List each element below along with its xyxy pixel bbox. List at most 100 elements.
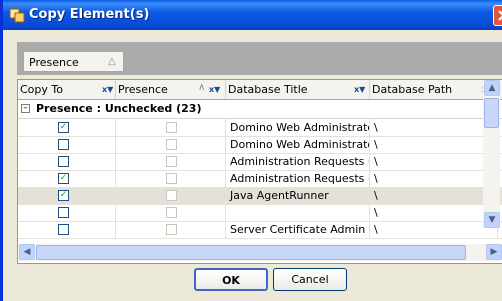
vertical-scroll-thumb[interactable] [484,98,499,128]
database-title: Administration Requests (R5) [230,155,369,168]
column-label: Presence [118,83,168,96]
cell-database-title: Administration Requests (R5) [226,170,370,187]
table-row[interactable]: ✓ Java AgentRunner \ [18,187,502,205]
presence-checkbox [166,156,177,167]
cell-database-title: Domino Web Administrator ... [226,119,370,136]
cell-presence [116,204,226,221]
cell-database-path: \ [370,170,498,187]
cell-database-path: \ [370,136,498,153]
cancel-button-label: Cancel [291,273,329,286]
presence-checkbox [166,224,177,235]
cell-database-path: \ [370,187,498,204]
cell-presence [116,187,226,204]
cell-copy-to: ✓ [18,187,116,204]
filter-icon[interactable]: x▼ [209,85,220,94]
database-path: \ [374,155,378,168]
database-title: Domino Web Administrator ... [230,121,369,134]
table-row[interactable]: Domino Web Administrator ... \ [18,136,502,154]
copy-to-checkbox[interactable]: ✓ [58,173,69,184]
presence-checkbox [166,173,177,184]
sort-ascending-icon: ∧ [198,82,206,93]
group-label: Presence : Unchecked (23) [36,102,202,115]
ok-button[interactable]: OK [194,268,268,291]
close-icon [498,10,502,21]
group-row-presence-unchecked[interactable]: – Presence : Unchecked (23) [18,100,502,119]
database-title: Server Certificate Admin [230,223,366,236]
title-bar[interactable]: Copy Element(s) [3,0,502,30]
cell-copy-to [18,153,116,170]
copy-to-checkbox[interactable] [58,156,69,167]
presence-checkbox [166,190,177,201]
column-header-copy-to[interactable]: Copy To x▼ [18,80,116,99]
cell-copy-to: ✓ [18,119,116,136]
column-header-database-title[interactable]: Database Title x▼ [226,80,370,99]
database-title: Administration Requests (R5) [230,172,369,185]
cell-database-path: \ [370,221,498,238]
vertical-scrollbar[interactable]: ▲ ▼ [483,80,500,228]
group-by-chip-presence[interactable]: Presence △ [23,51,124,72]
scroll-down-icon[interactable]: ▼ [484,212,500,228]
cell-copy-to [18,221,116,238]
database-path: \ [374,121,378,134]
cell-presence [116,136,226,153]
copy-to-checkbox[interactable] [58,224,69,235]
database-path: \ [374,206,378,219]
copy-to-checkbox[interactable]: ✓ [58,190,69,201]
cell-database-path: \ [370,153,498,170]
cell-database-title [226,204,370,221]
column-header-database-path[interactable]: Database Path x▼ [370,80,498,99]
presence-checkbox [166,207,177,218]
copy-element-dialog: Copy Element(s) Presence △ Copy To x▼ Pr… [0,0,502,301]
close-button[interactable] [493,5,502,26]
copy-to-checkbox[interactable] [58,139,69,150]
cell-presence [116,153,226,170]
sort-ascending-icon: △ [108,56,116,67]
database-path: \ [374,223,378,236]
database-title: Java AgentRunner [230,189,329,202]
cell-copy-to [18,136,116,153]
database-path: \ [374,189,378,202]
copy-to-checkbox[interactable]: ✓ [58,122,69,133]
group-chip-label: Presence [29,56,79,69]
window-title: Copy Element(s) [29,7,150,22]
table-row[interactable]: ✓ Domino Web Administrator ... \ [18,119,502,137]
copy-to-checkbox[interactable] [58,207,69,218]
horizontal-scrollbar[interactable]: ◀ ▶ [18,244,502,261]
copy-element-icon [9,8,25,23]
scroll-up-icon[interactable]: ▲ [484,80,500,96]
table-row[interactable]: \ [18,204,502,222]
presence-checkbox [166,122,177,133]
table-row[interactable]: Server Certificate Admin \ [18,221,502,239]
scroll-right-icon[interactable]: ▶ [486,244,502,260]
database-title: Domino Web Administrator ... [230,138,369,151]
database-path: \ [374,172,378,185]
table-row[interactable]: Administration Requests (R5) \ [18,153,502,171]
grid-header: Copy To x▼ Presence ∧ x▼ Database Title … [18,80,502,100]
horizontal-scroll-thumb[interactable] [36,245,466,260]
cell-database-title: Domino Web Administrator ... [226,136,370,153]
cell-presence [116,170,226,187]
presence-checkbox [166,139,177,150]
cell-database-path: \ [370,119,498,136]
filter-icon[interactable]: x▼ [354,85,365,94]
database-path: \ [374,138,378,151]
cancel-button[interactable]: Cancel [273,268,347,291]
cell-database-title: Server Certificate Admin [226,221,370,238]
cell-database-title: Java AgentRunner [226,187,370,204]
scroll-left-icon[interactable]: ◀ [19,244,35,260]
cell-database-title: Administration Requests (R5) [226,153,370,170]
elements-grid[interactable]: Copy To x▼ Presence ∧ x▼ Database Title … [17,79,502,264]
column-label: Copy To [20,83,63,96]
cell-copy-to [18,204,116,221]
collapse-icon[interactable]: – [21,104,30,113]
column-label: Database Title [228,83,308,96]
table-row[interactable]: ✓ Administration Requests (R5) \ [18,170,502,188]
cell-presence [116,119,226,136]
cell-presence [116,221,226,238]
cell-database-path: \ [370,204,498,221]
column-label: Database Path [372,83,453,96]
ok-button-label: OK [222,274,240,287]
cell-copy-to: ✓ [18,170,116,187]
column-header-presence[interactable]: Presence ∧ x▼ [116,80,226,99]
filter-icon[interactable]: x▼ [102,85,113,94]
